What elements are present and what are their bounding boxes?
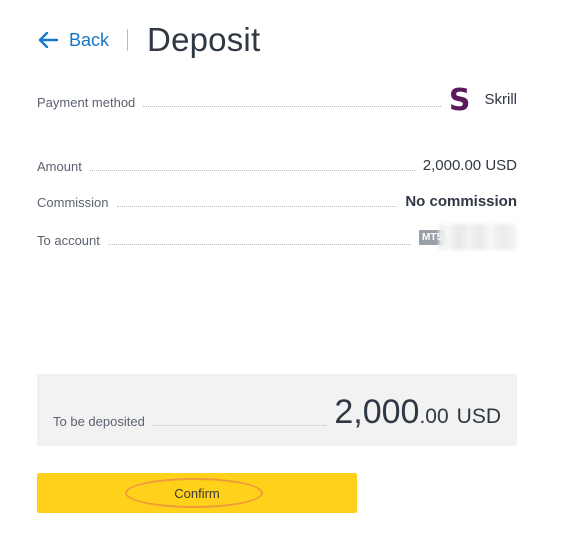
account-number-redacted (439, 224, 517, 250)
page-title: Deposit (147, 21, 261, 58)
dotted-leader (107, 244, 411, 245)
account-label: To account (37, 233, 100, 248)
page-header: Back Deposit (38, 18, 260, 62)
payment-method-row: Payment method S Skrill (37, 84, 517, 116)
commission-row: Commission No commission (37, 190, 517, 210)
arrow-left-icon (38, 32, 58, 48)
confirm-button[interactable]: Confirm (37, 473, 357, 513)
header-divider (127, 29, 129, 51)
payment-method-label: Payment method (37, 95, 136, 110)
summary-currency: USD (456, 405, 501, 428)
back-button[interactable]: Back (38, 30, 109, 51)
dotted-leader (143, 106, 441, 107)
account-row: To account MT5 (37, 224, 517, 250)
skrill-logo-icon: S (448, 83, 471, 118)
amount-label: Amount (37, 159, 82, 174)
confirm-label: Confirm (174, 485, 220, 501)
summary-amount: 2,000 .00 USD (334, 393, 501, 432)
amount-value: 2,000.00 USD (422, 157, 517, 174)
dotted-leader (152, 425, 327, 426)
summary-amount-decimal: .00 (419, 405, 449, 428)
dotted-leader (89, 170, 415, 171)
dotted-leader (116, 206, 398, 207)
commission-value: No commission (405, 193, 517, 210)
commission-label: Commission (37, 195, 109, 210)
deposit-summary: To be deposited 2,000 .00 USD (37, 374, 517, 446)
payment-method-name: Skrill (484, 91, 518, 108)
summary-label: To be deposited (53, 414, 145, 429)
summary-amount-integer: 2,000 (334, 393, 420, 431)
back-label: Back (69, 29, 110, 50)
amount-row: Amount 2,000.00 USD (37, 154, 517, 174)
